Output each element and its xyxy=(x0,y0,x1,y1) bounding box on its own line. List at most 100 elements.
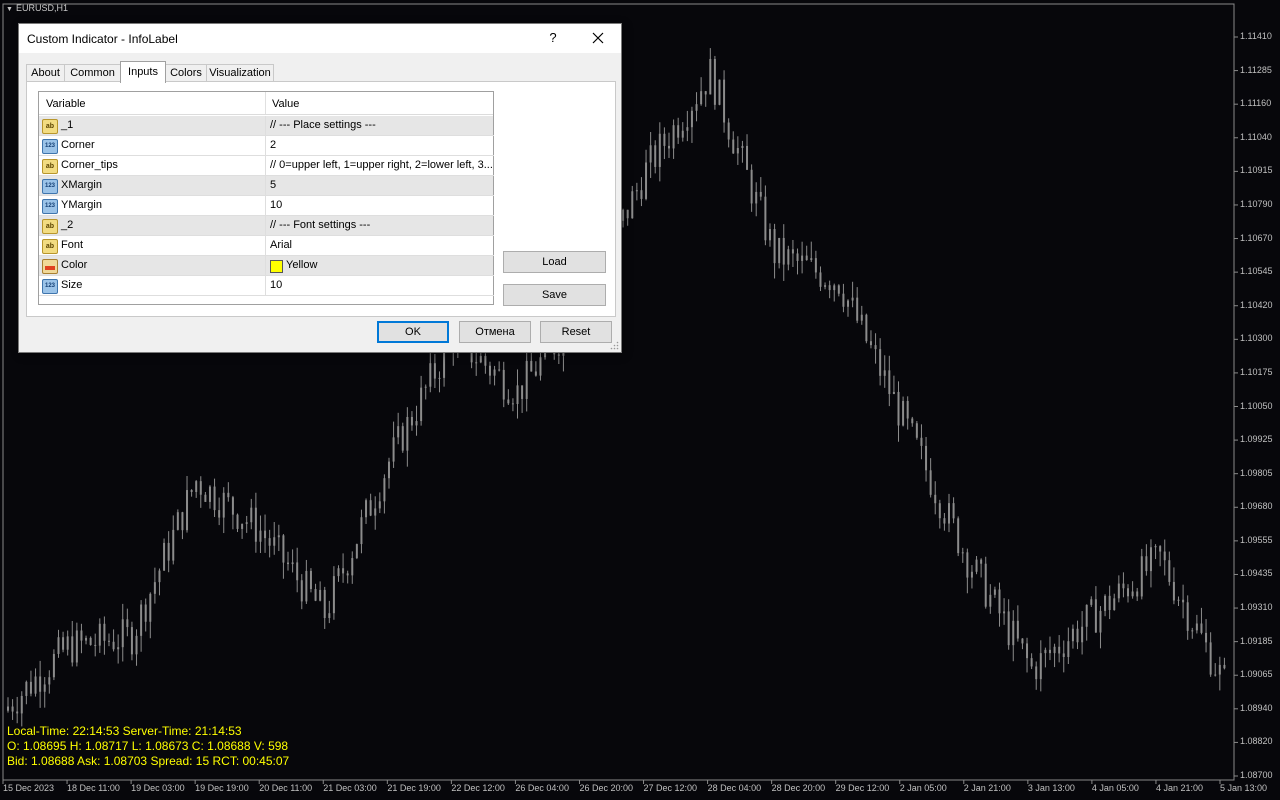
time-tick-label: 29 Dec 12:00 xyxy=(835,783,890,793)
input-row[interactable]: 123 XMargin 5 xyxy=(39,176,494,196)
candle xyxy=(1182,584,1185,619)
candle xyxy=(107,633,110,647)
candle xyxy=(1067,627,1070,665)
header-divider[interactable] xyxy=(265,92,266,114)
input-row[interactable]: ab _2 // --- Font settings --- xyxy=(39,216,494,236)
input-row[interactable]: 123 Corner 2 xyxy=(39,136,494,156)
close-button[interactable] xyxy=(585,27,611,49)
candle xyxy=(746,134,749,171)
value-text[interactable]: 10 xyxy=(270,199,492,211)
value-cell[interactable]: 10 xyxy=(265,276,494,296)
candle xyxy=(1122,572,1125,598)
candle xyxy=(966,548,969,594)
candle xyxy=(787,245,790,271)
candle xyxy=(1021,638,1024,650)
variable-name: _1 xyxy=(61,119,74,131)
candle xyxy=(227,482,230,502)
input-row[interactable]: 123 Size 10 xyxy=(39,276,494,296)
candle xyxy=(736,136,739,165)
candle xyxy=(140,600,143,652)
candle xyxy=(1035,661,1038,690)
header-variable[interactable]: Variable xyxy=(46,98,86,110)
candle xyxy=(250,498,253,530)
input-row[interactable]: ab _1 // --- Place settings --- xyxy=(39,116,494,136)
candle xyxy=(805,245,808,261)
variable-name: _2 xyxy=(61,219,74,231)
candle xyxy=(709,48,712,95)
color-swatch[interactable] xyxy=(270,260,283,273)
time-tick-label: 5 Jan 13:00 xyxy=(1220,783,1268,793)
candle xyxy=(856,287,859,324)
value-cell[interactable]: 10 xyxy=(265,196,494,216)
reset-button[interactable]: Reset xyxy=(540,321,612,343)
candle xyxy=(690,106,693,143)
candle xyxy=(1012,610,1015,662)
value-cell[interactable]: // --- Place settings --- xyxy=(265,116,494,136)
candle xyxy=(1030,653,1033,670)
candle xyxy=(163,538,166,571)
input-row[interactable]: ab Font Arial xyxy=(39,236,494,256)
variable-name: Corner_tips xyxy=(61,159,118,171)
price-tick-label: 1.09310 xyxy=(1240,602,1273,613)
dialog-titlebar[interactable]: Custom Indicator - InfoLabel ? xyxy=(19,24,621,53)
tab-common[interactable]: Common xyxy=(64,64,121,82)
help-button[interactable]: ? xyxy=(541,27,565,49)
input-row[interactable]: Color Yellow xyxy=(39,256,494,276)
dropdown-triangle-icon[interactable]: ▼ xyxy=(6,6,13,13)
input-row[interactable]: 123 YMargin 10 xyxy=(39,196,494,216)
save-button[interactable]: Save xyxy=(503,284,606,306)
grid-header: Variable Value xyxy=(39,92,493,115)
candle xyxy=(103,616,106,655)
value-cell[interactable]: // 0=upper left, 1=upper right, 2=lower … xyxy=(265,156,494,176)
value-text[interactable]: 2 xyxy=(270,139,492,151)
candle xyxy=(406,407,409,467)
header-value[interactable]: Value xyxy=(272,98,299,110)
value-text[interactable]: 10 xyxy=(270,279,492,291)
value-text[interactable]: // --- Font settings --- xyxy=(270,219,492,231)
candle xyxy=(791,239,794,267)
value-cell[interactable]: Yellow xyxy=(265,256,494,276)
custom-indicator-dialog: Custom Indicator - InfoLabel ? About Com… xyxy=(18,23,622,353)
value-cell[interactable]: 2 xyxy=(265,136,494,156)
candle xyxy=(231,495,234,530)
ok-button[interactable]: OK xyxy=(377,321,449,343)
value-text[interactable]: 5 xyxy=(270,179,492,191)
candle xyxy=(1172,567,1175,605)
value-text[interactable]: // 0=upper left, 1=upper right, 2=lower … xyxy=(270,159,492,171)
candle xyxy=(254,492,257,553)
candle xyxy=(663,127,666,160)
candle xyxy=(1149,539,1152,588)
candle xyxy=(25,680,28,705)
candle xyxy=(241,523,244,539)
candle xyxy=(429,353,432,393)
value-cell[interactable]: 5 xyxy=(265,176,494,196)
integer-type-icon: 123 xyxy=(42,199,58,214)
candle xyxy=(378,492,381,514)
input-row[interactable]: ab Corner_tips // 0=upper left, 1=upper r… xyxy=(39,156,494,176)
load-button[interactable]: Load xyxy=(503,251,606,273)
value-text[interactable]: Yellow xyxy=(286,259,508,271)
cancel-button[interactable]: Отмена xyxy=(459,321,531,343)
candle xyxy=(704,90,707,107)
value-text[interactable]: // --- Place settings --- xyxy=(270,119,492,131)
tab-inputs[interactable]: Inputs xyxy=(120,61,166,83)
resize-grip-icon[interactable] xyxy=(610,341,619,350)
value-cell[interactable]: // --- Font settings --- xyxy=(265,216,494,236)
candle xyxy=(236,513,239,533)
symbol-label: EURUSD,H1 xyxy=(15,3,68,13)
candle xyxy=(1127,584,1130,603)
candle xyxy=(264,514,267,553)
value-cell[interactable]: Arial xyxy=(265,236,494,256)
candle xyxy=(186,476,189,533)
candle xyxy=(759,177,762,201)
candle xyxy=(654,140,657,174)
candle xyxy=(860,305,863,325)
value-text[interactable]: Arial xyxy=(270,239,492,251)
candle xyxy=(819,266,822,292)
candle xyxy=(920,424,923,460)
tab-visualization[interactable]: Visualization xyxy=(206,64,274,82)
tab-about[interactable]: About xyxy=(26,64,65,82)
price-tick-label: 1.10175 xyxy=(1240,366,1273,377)
candle xyxy=(1159,545,1162,567)
tab-colors[interactable]: Colors xyxy=(165,64,207,82)
